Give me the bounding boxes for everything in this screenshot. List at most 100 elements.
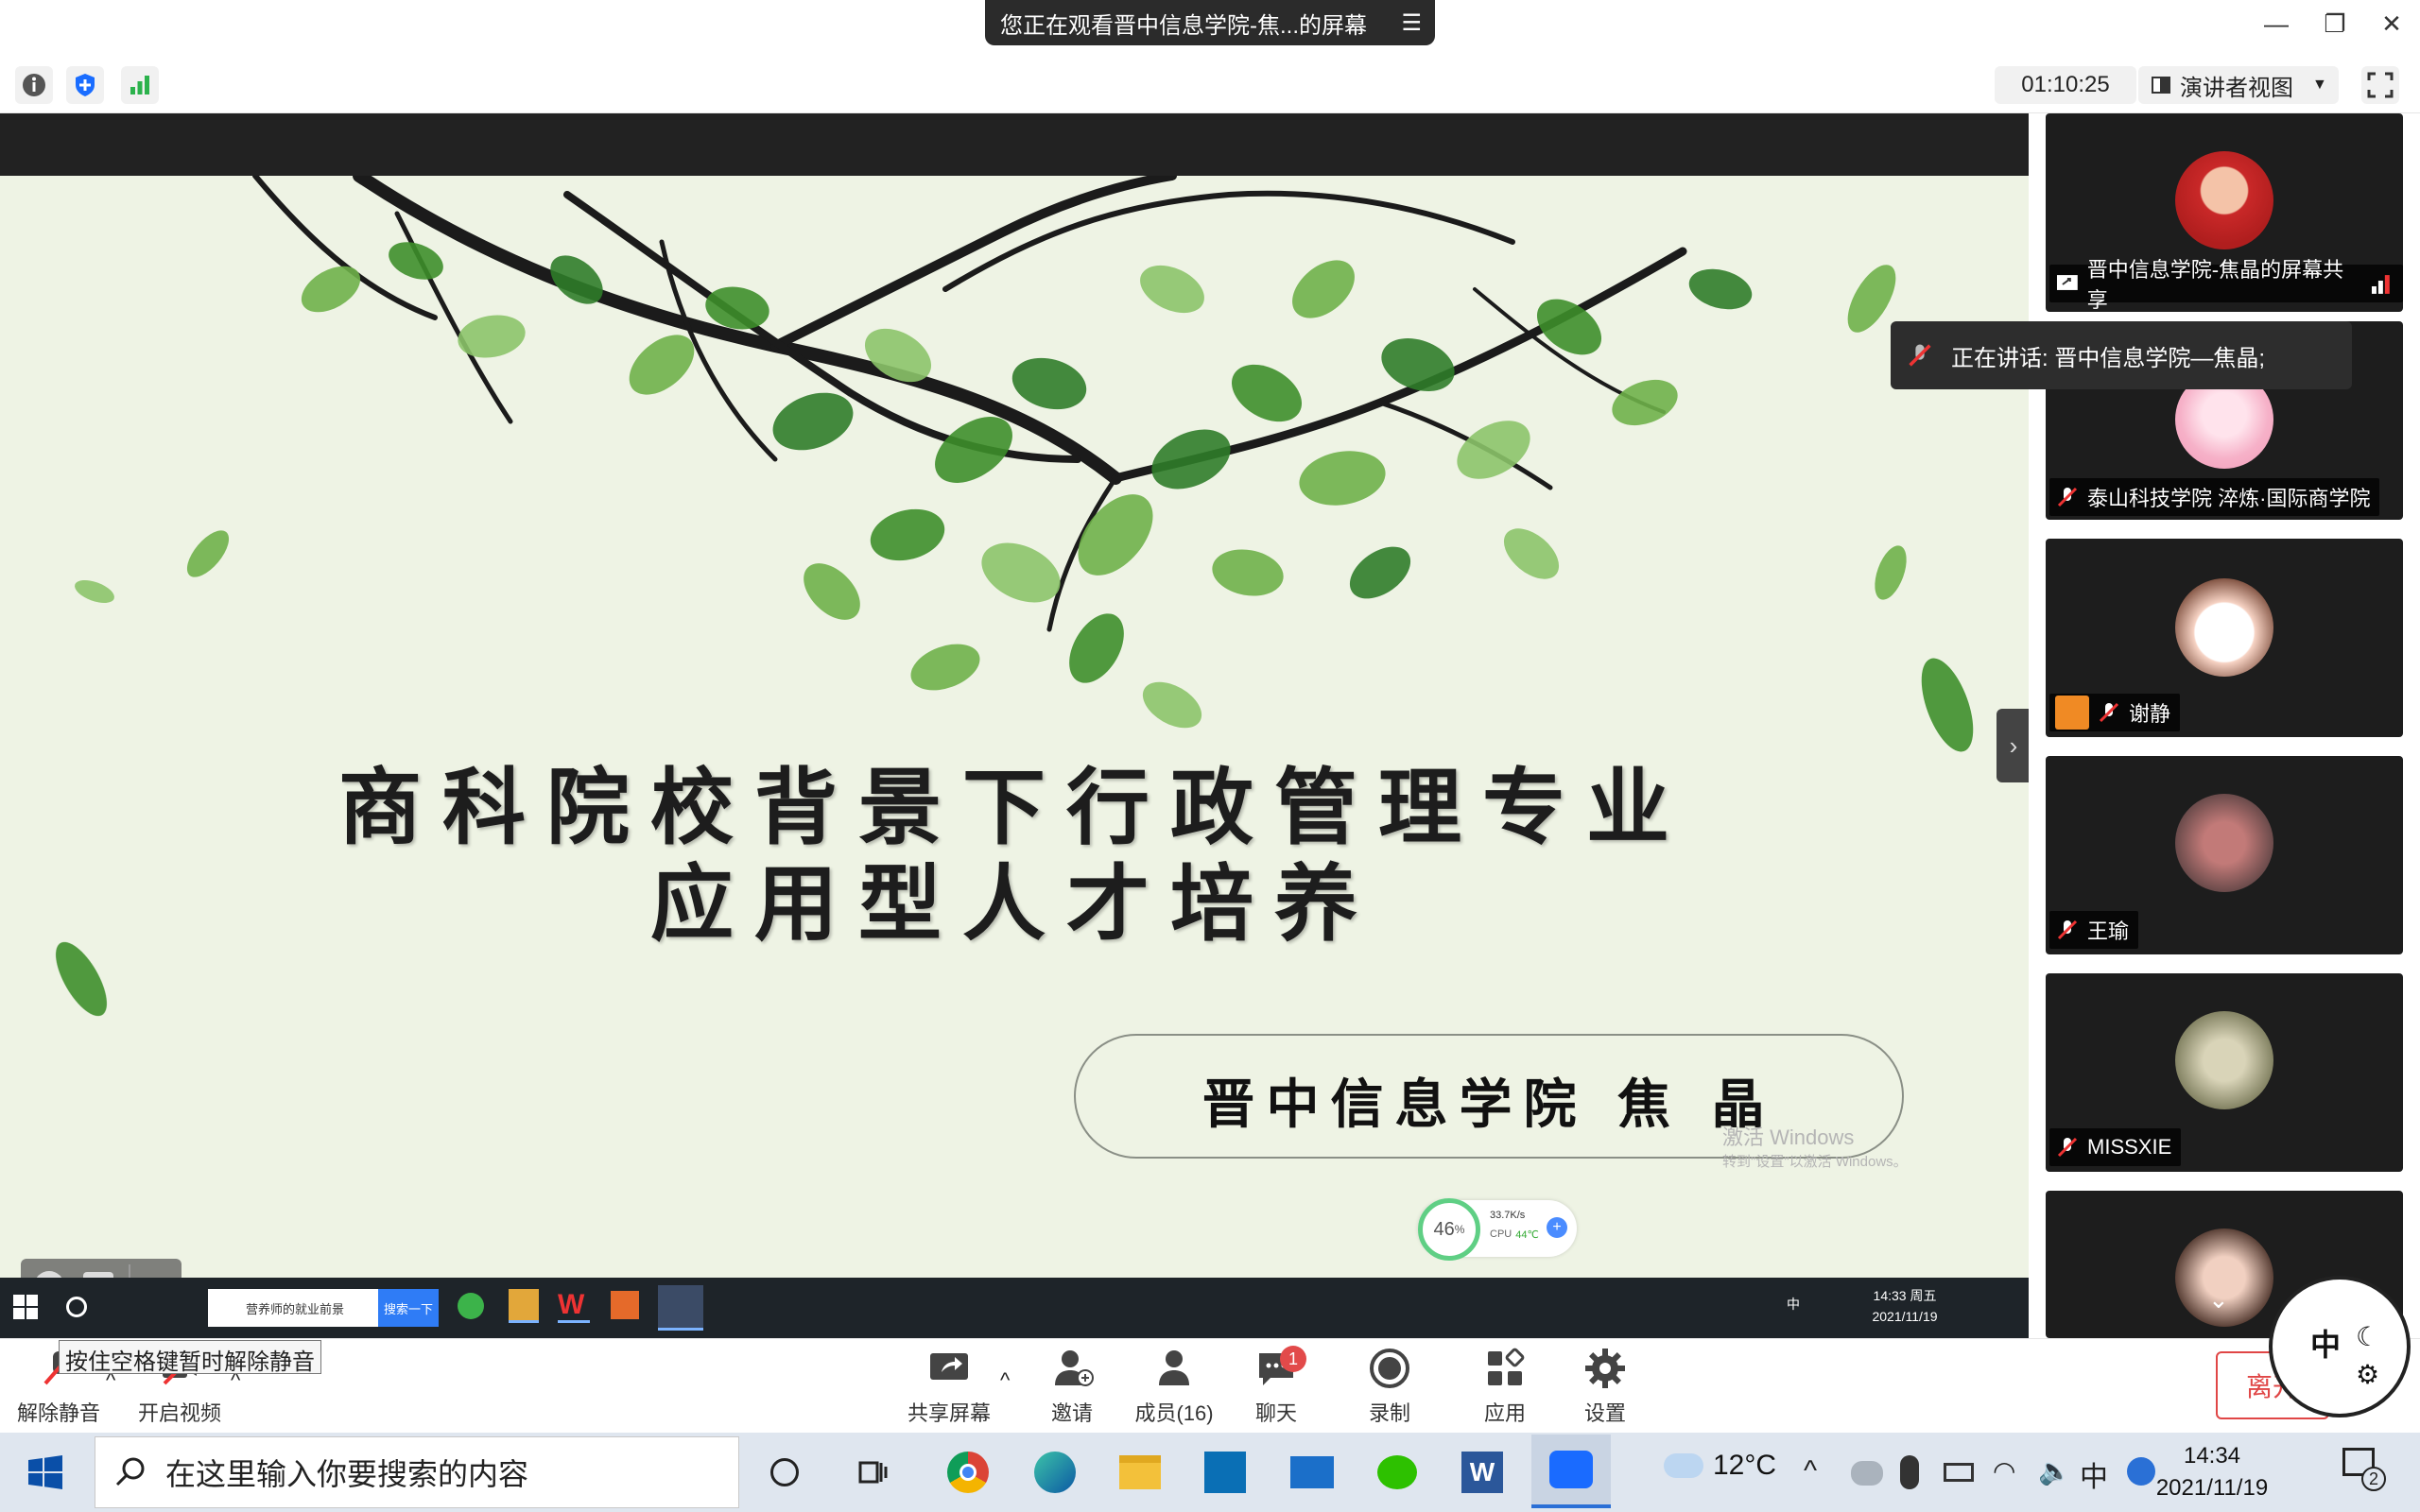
wechat-icon (1377, 1455, 1417, 1489)
tile-namebar: MISSXIE (2049, 1128, 2182, 1166)
search-icon (115, 1457, 145, 1486)
add-user-icon (1055, 1350, 1094, 1386)
video-tile[interactable]: 谢静 (2046, 539, 2403, 737)
remote-search-box: 营养师的就业前景 (208, 1289, 378, 1327)
record-button[interactable]: 录制 (1342, 1346, 1437, 1427)
start-video-label: 开启视频 (137, 1401, 221, 1425)
taskbar-clock[interactable]: 14:34 2021/11/19 (2155, 1440, 2269, 1504)
word-app[interactable]: W (1454, 1444, 1511, 1501)
minimize-button[interactable]: — (2257, 9, 2295, 47)
ime-panda-widget[interactable]: 中 ☾ ⚙ (2269, 1276, 2411, 1418)
taskbar-date: 2021/11/19 (2155, 1475, 2269, 1501)
close-button[interactable]: ✕ (2373, 9, 2411, 47)
microphone-icon[interactable] (1900, 1455, 1919, 1489)
remote-ime: 中 (1787, 1297, 1800, 1312)
weather-widget[interactable]: 12°C (1664, 1450, 1776, 1482)
settings-button[interactable]: 设置 (1558, 1346, 1652, 1427)
remote-time: 14:33 周五 (1873, 1288, 1937, 1303)
participant-name: 王瑜 (2087, 919, 2130, 943)
info-icon[interactable] (15, 66, 53, 104)
wifi-icon[interactable]: ◠ (1993, 1455, 2015, 1486)
user-icon (2055, 696, 2089, 730)
windows-start-icon (13, 1295, 38, 1319)
share-banner-text: 您正在观看晋中信息学院-焦...的屏幕 (1000, 12, 1367, 39)
view-mode-dropdown[interactable]: 演讲者视图 ▼ (2138, 66, 2339, 104)
shared-screen: 商科院校背景下行政管理专业 应用型人才培养 晋中信息学院 焦 晶 激活 Wind… (0, 113, 2029, 1338)
invite-button[interactable]: 邀请 (1025, 1346, 1119, 1427)
cpu-label: CPU (1490, 1228, 1512, 1240)
remote-search-button: 搜索一下 (378, 1289, 439, 1327)
chevron-up-icon[interactable]: ^ (1804, 1455, 1817, 1487)
remote-taskbar: 营养师的就业前景 搜索一下 W 中 14:33 周五 2021/11/19 (0, 1278, 2029, 1338)
muted-mic-icon (2057, 919, 2078, 940)
screen-share-icon (2056, 275, 2078, 290)
mail-app[interactable] (1284, 1444, 1340, 1501)
action-center-button[interactable]: 2 (2342, 1448, 2386, 1491)
security-shield-icon[interactable] (66, 66, 104, 104)
signal-icon (2372, 275, 2391, 294)
app-icon-green (458, 1293, 484, 1319)
video-tile[interactable]: 王瑜 (2046, 756, 2403, 954)
video-tile[interactable]: MISSXIE (2046, 973, 2403, 1172)
search-placeholder: 在这里输入你要搜索的内容 (165, 1457, 529, 1491)
activate-line1: 激活 Windows (1722, 1125, 1855, 1149)
unmute-label: 解除静音 (16, 1401, 100, 1425)
restore-button[interactable]: ❐ (2316, 9, 2354, 47)
notification-count: 2 (2361, 1467, 2386, 1491)
participant-name: 泰山科技学院 淬炼·国际商学院 (2087, 487, 2371, 510)
windows-logo-icon (28, 1455, 62, 1489)
chat-button[interactable]: 聊天 (1229, 1346, 1323, 1427)
banner-menu-icon[interactable]: ☰ (1401, 9, 1422, 37)
record-label: 录制 (1368, 1401, 1410, 1425)
tile-namebar: 王瑜 (2049, 911, 2139, 949)
task-view-button[interactable] (845, 1444, 902, 1501)
apps-button[interactable]: 应用 (1458, 1346, 1552, 1427)
booster-icon[interactable]: + (1547, 1217, 1567, 1238)
moon-icon: ☾ (2356, 1322, 2380, 1351)
ime-indicator[interactable]: 中 (2080, 1453, 2108, 1495)
video-tile[interactable]: 晋中信息学院-焦晶的屏幕共享 (2046, 113, 2403, 312)
muted-mic-icon (1909, 344, 1931, 367)
remote-clock: 14:33 周五 2021/11/19 (1862, 1285, 1947, 1327)
meeting-app-icon (658, 1285, 703, 1331)
dell-icon (1204, 1452, 1246, 1493)
taskbar-search[interactable]: 在这里输入你要搜索的内容 (95, 1436, 739, 1508)
taskbar-time: 14:34 (2183, 1443, 2241, 1469)
chevron-right-icon: › (2009, 730, 2018, 760)
chevron-down-icon: ▼ (2312, 77, 2327, 93)
share-screen-button[interactable]: 共享屏幕 (902, 1346, 996, 1427)
chevron-down-icon[interactable]: ⌄ (2208, 1285, 2229, 1314)
cortana-button[interactable] (756, 1444, 813, 1501)
onedrive-icon[interactable] (1851, 1461, 1883, 1486)
chat-label: 聊天 (1254, 1401, 1297, 1425)
edge-app[interactable] (1027, 1444, 1083, 1501)
wechat-app[interactable] (1369, 1444, 1426, 1501)
members-button[interactable]: 成员(16) (1127, 1346, 1221, 1427)
cpu-readout: CPU 44℃ (1490, 1228, 1539, 1241)
folder-icon (1119, 1455, 1161, 1489)
input-method-icon[interactable] (2127, 1457, 2155, 1486)
cortana-icon (770, 1458, 799, 1486)
memory-usage-ring[interactable]: 46% (1418, 1198, 1480, 1261)
net-percent: 46 (1433, 1218, 1455, 1240)
participant-name: MISSXIE (2087, 1135, 2172, 1159)
signal-strength-icon[interactable] (121, 66, 159, 104)
volume-icon[interactable]: 🔈 (2038, 1455, 2071, 1486)
collapse-panel-button[interactable]: › (1996, 709, 2031, 782)
meeting-app-active[interactable] (1531, 1435, 1611, 1508)
task-view-icon (858, 1461, 888, 1484)
battery-icon[interactable] (1944, 1463, 1974, 1482)
chat-unread-badge: 1 (1280, 1346, 1306, 1372)
activate-line2: 转到"设置"以激活 Windows。 (1722, 1154, 1908, 1170)
dell-app[interactable] (1197, 1444, 1253, 1501)
muted-mic-icon (2099, 702, 2119, 723)
word-icon: W (1461, 1452, 1503, 1493)
share-banner[interactable]: 您正在观看晋中信息学院-焦...的屏幕 ☰ (985, 0, 1435, 45)
fullscreen-button[interactable] (2361, 66, 2399, 104)
chevron-up-icon[interactable]: ^ (1000, 1368, 1010, 1393)
file-explorer-app[interactable] (1112, 1444, 1168, 1501)
speaker-view-icon (2152, 77, 2170, 94)
windows-start-button[interactable] (28, 1455, 62, 1494)
invite-label: 邀请 (1050, 1401, 1093, 1425)
chrome-app[interactable] (940, 1444, 996, 1501)
